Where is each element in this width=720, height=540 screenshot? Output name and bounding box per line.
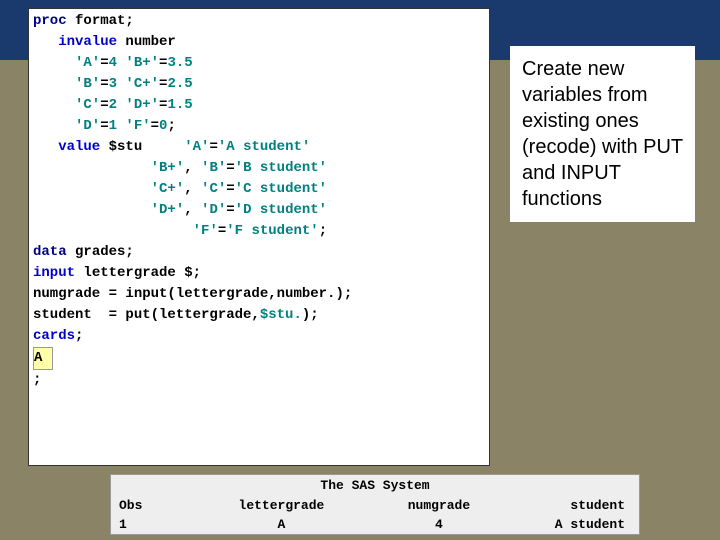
code-text: number. [277, 286, 336, 302]
lit: 'F' [117, 118, 151, 134]
lit: 'A' [184, 139, 209, 155]
code-text [33, 181, 151, 197]
lit: 'D' [201, 202, 226, 218]
code-text: = [209, 139, 217, 155]
code-text: ); [335, 286, 352, 302]
kw-data: data [33, 244, 67, 260]
code-text: = [100, 55, 108, 71]
kw-cards: cards [33, 328, 75, 344]
lit: 'B student' [235, 160, 327, 176]
code-text: ); [302, 307, 319, 323]
cell-ng: 4 [365, 517, 513, 532]
lit: 'D+' [151, 202, 185, 218]
code-text: lettergrade $; [75, 265, 201, 281]
lit: 'C' [201, 181, 226, 197]
lit: $stu. [260, 307, 302, 323]
lit: 'D' [33, 118, 100, 134]
slide-caption: Create new variables from existing ones … [510, 46, 695, 222]
code-text: = [218, 223, 226, 239]
lit: 'C student' [235, 181, 327, 197]
col-lg-header: lettergrade [198, 498, 365, 513]
lit: 'D+' [117, 97, 159, 113]
code-text: = [226, 202, 234, 218]
code-text: grades; [67, 244, 134, 260]
kw-value: value [33, 139, 100, 155]
code-text: $stu [100, 139, 184, 155]
sas-code-block: proc format; invalue number 'A'=4 'B+'=3… [28, 8, 490, 466]
lit: 'B' [201, 160, 226, 176]
lit: 'C+' [117, 76, 159, 92]
lit: 4 [109, 55, 117, 71]
code-text: = [100, 118, 108, 134]
code-text: , [184, 160, 201, 176]
cell-lg: A [198, 517, 365, 532]
lit: 1.5 [167, 97, 192, 113]
code-text [33, 202, 151, 218]
kw-invalue: invalue [33, 34, 117, 50]
code-text [33, 223, 193, 239]
lit: 'C' [33, 97, 100, 113]
code-text: = [151, 118, 159, 134]
data-line: A [33, 347, 53, 370]
lit: 'A student' [218, 139, 310, 155]
code-text [33, 160, 151, 176]
lit: 'F' [193, 223, 218, 239]
lit: 'B' [33, 76, 100, 92]
code-text: ; [167, 118, 175, 134]
lit: 'C+' [151, 181, 185, 197]
code-text: , [184, 202, 201, 218]
caption-text: Create new variables from existing ones … [522, 58, 683, 210]
code-text: numgrade = input(lettergrade, [33, 286, 277, 302]
lit: 'B+' [151, 160, 185, 176]
code-text: , [184, 181, 201, 197]
code-text: ; [319, 223, 327, 239]
sas-output-block: The SAS System Obs lettergrade numgrade … [110, 474, 640, 535]
col-st-header: student [513, 498, 631, 513]
code-text: = [100, 76, 108, 92]
code-text: ; [75, 328, 83, 344]
lit: 3 [109, 76, 117, 92]
col-obs-header: Obs [119, 498, 198, 513]
lit: 2.5 [167, 76, 192, 92]
lit: 2 [109, 97, 117, 113]
lit: 'D student' [235, 202, 327, 218]
kw-input: input [33, 265, 75, 281]
lit: 1 [109, 118, 117, 134]
code-text: = [226, 181, 234, 197]
cell-st: A student [513, 517, 631, 532]
lit: 'A' [33, 55, 100, 71]
code-text: student = put(lettergrade, [33, 307, 260, 323]
output-header-row: Obs lettergrade numgrade student [111, 496, 639, 515]
code-text: number [117, 34, 176, 50]
output-title: The SAS System [111, 475, 639, 496]
code-text: = [100, 97, 108, 113]
lit: 'B+' [117, 55, 159, 71]
cell-obs: 1 [119, 517, 198, 532]
code-text: = [226, 160, 234, 176]
kw-proc: proc [33, 13, 67, 29]
lit: 'F student' [226, 223, 318, 239]
code-text: format; [67, 13, 134, 29]
lit: 3.5 [167, 55, 192, 71]
output-data-row: 1 A 4 A student [111, 515, 639, 534]
col-ng-header: numgrade [365, 498, 513, 513]
code-text: ; [33, 372, 41, 388]
